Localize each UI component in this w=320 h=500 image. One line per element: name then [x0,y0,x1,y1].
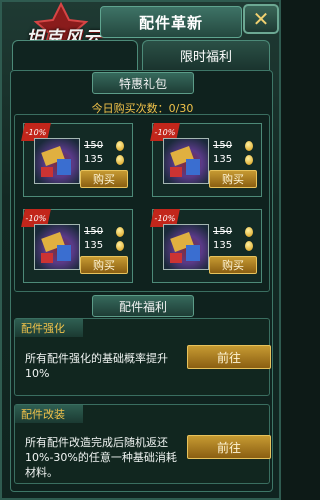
page-title: 配件革新 [138,13,203,32]
gold-coin-icon [245,241,253,251]
go-modify-button[interactable]: 前往 [187,435,271,459]
benefit-tag: 配件改装 [15,405,83,423]
gold-coin-icon [116,227,124,237]
gold-coin-icon [116,155,124,165]
new-price: 135 [213,154,233,165]
item-image[interactable] [163,138,209,184]
tab-accessory-renewal[interactable] [12,40,138,70]
item-image[interactable] [163,224,209,270]
old-price: 150 [213,140,233,151]
new-price: 135 [213,240,233,251]
item-image[interactable] [34,224,80,270]
go-enhance-button[interactable]: 前往 [187,345,271,369]
buy-button[interactable]: 购买 [209,170,257,188]
gift-card: -10% 150 135 购买 [21,123,133,197]
gold-coin-icon [245,141,253,151]
benefits-header: 配件福利 [92,295,194,317]
close-icon: ✕ [252,7,270,31]
special-gift-header: 特惠礼包 [92,72,194,94]
gift-grid: -10% 150 135 购买 -10% 150 135 购买 -10% 150… [14,114,270,292]
gold-coin-icon [245,227,253,237]
title-bar: 配件革新 [100,6,242,38]
buy-button[interactable]: 购买 [80,256,128,274]
new-price: 135 [84,240,104,251]
benefit-tag: 配件强化 [15,319,83,337]
tab-limited-welfare[interactable]: 限时福利 [142,40,270,70]
gold-coin-icon [245,155,253,165]
gift-card: -10% 150 135 购买 [21,209,133,283]
window-frame: 坦克风云 配件革新 ✕ 限时福利 特惠礼包 今日购买次数：0/30 -10% 1… [0,0,281,500]
tab-label: 限时福利 [179,50,232,65]
benefit-description: 所有配件强化的基础概率提升10% [25,352,168,380]
section-title: 配件福利 [118,299,167,314]
section-title: 特惠礼包 [118,76,167,91]
new-price: 135 [84,154,104,165]
old-price: 150 [213,226,233,237]
gold-coin-icon [116,141,124,151]
item-image[interactable] [34,138,80,184]
buy-button[interactable]: 购买 [209,256,257,274]
old-price: 150 [84,140,104,151]
gift-card: -10% 150 135 购买 [150,123,262,197]
old-price: 150 [84,226,104,237]
close-button[interactable]: ✕ [243,4,279,34]
benefit-enhance: 配件强化 所有配件强化的基础概率提升10% 前往 [14,318,271,396]
buy-button[interactable]: 购买 [80,170,128,188]
benefit-modify: 配件改装 所有配件改造完成后随机返还10%-30%的任意一种基础消耗材料。 前往 [14,404,271,484]
gift-card: -10% 150 135 购买 [150,209,262,283]
benefit-description: 所有配件改造完成后随机返还10%-30%的任意一种基础消耗材料。 [25,436,177,479]
gold-coin-icon [116,241,124,251]
